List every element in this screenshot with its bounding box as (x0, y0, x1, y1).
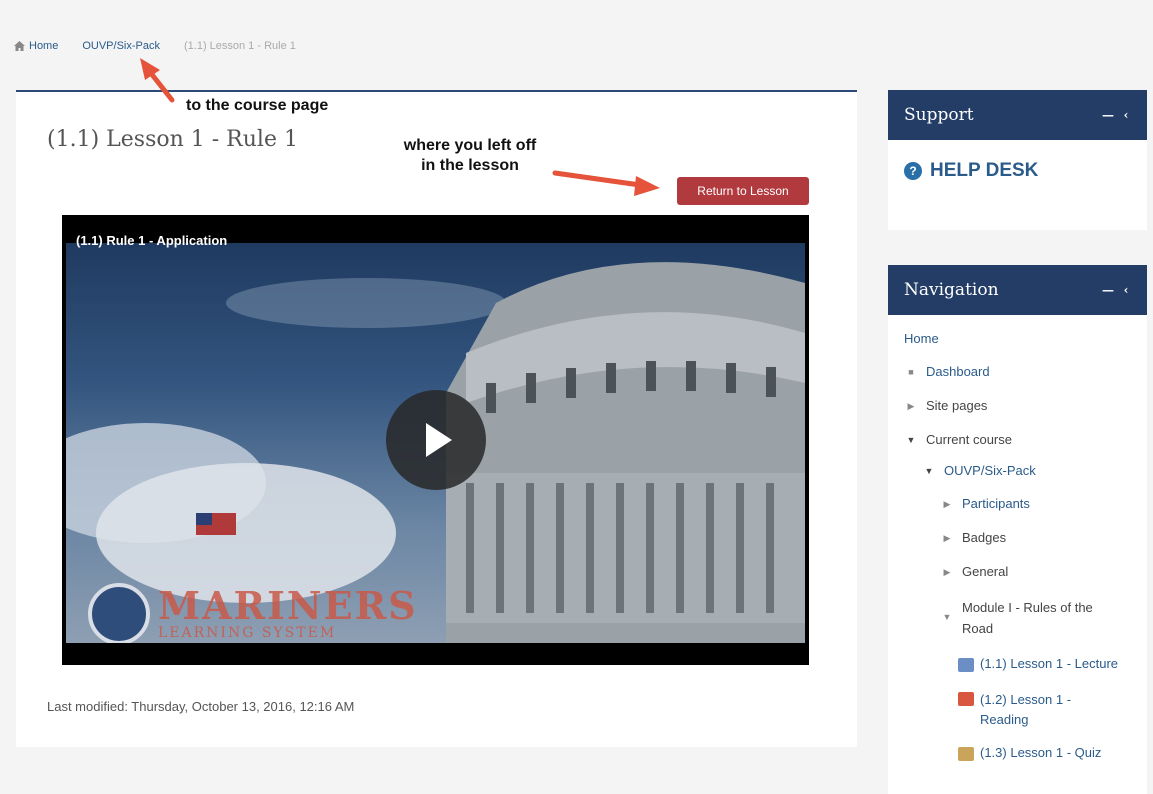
nav-participants-link[interactable]: Participants (962, 496, 1030, 511)
chevron-down-icon: ▼ (924, 466, 934, 476)
navigation-tree: Home ■ Dashboard ▶ Site pages ▼ Current … (888, 315, 1147, 762)
nav-module-line1: Module I - Rules of the (962, 600, 1093, 615)
support-block-header: Support — ‹ (888, 90, 1147, 140)
book-icon (958, 691, 974, 706)
annotation-left-off-line1: where you left off (403, 137, 537, 154)
annotation-left-off-line2: in the lesson (421, 157, 519, 174)
chevron-right-icon: ▶ (943, 499, 951, 509)
support-block-title: Support (904, 105, 974, 125)
video-player[interactable]: MARINERS LEARNING SYSTEM (1.1) Rule 1 - … (62, 215, 809, 665)
nav-home-link[interactable]: Home (904, 331, 939, 346)
watermark-title: MARINERS (158, 583, 418, 628)
home-icon (14, 41, 25, 51)
nav-dashboard-link[interactable]: Dashboard (926, 364, 990, 379)
breadcrumb-current: (1.1) Lesson 1 - Rule 1 (183, 40, 296, 52)
nav-site-pages-label: Site pages (926, 398, 988, 413)
mariners-logo: MARINERS LEARNING SYSTEM (88, 583, 418, 643)
block-controls: — ‹ (1101, 108, 1133, 122)
breadcrumb-home-label: Home (29, 40, 59, 52)
breadcrumb: Home OUVP/Six-Pack (1.1) Lesson 1 - Rule… (14, 40, 296, 52)
annotation-course-page: to the course page (186, 97, 329, 114)
return-to-lesson-button[interactable]: Return to Lesson (677, 177, 809, 205)
seal-icon (88, 583, 150, 643)
chevron-right-icon: ▶ (943, 533, 951, 543)
video-file-icon (958, 657, 974, 672)
nav-module-label: Module I - Rules of the Road (962, 598, 1093, 640)
helpdesk-link[interactable]: ? HELP DESK (904, 160, 1147, 182)
nav-item-general[interactable]: ▶ General (904, 564, 1135, 579)
nav-item-home[interactable]: Home (904, 331, 1135, 346)
nav-current-course-label: Current course (926, 432, 1012, 447)
chevron-right-icon: ▶ (907, 401, 915, 411)
block-controls: — ‹ (1101, 283, 1133, 297)
main-content: (1.1) Lesson 1 - Rule 1 Return to Lesson (16, 90, 857, 747)
nav-item-reading[interactable]: (1.2) Lesson 1 - Reading (904, 690, 1135, 732)
collapse-icon[interactable]: — (1101, 283, 1115, 297)
nav-item-quiz[interactable]: (1.3) Lesson 1 - Quiz (904, 745, 1135, 762)
nav-item-site-pages[interactable]: ▶ Site pages (904, 398, 1135, 413)
navigation-block-header: Navigation — ‹ (888, 265, 1147, 315)
quiz-checklist-icon (958, 747, 974, 762)
nav-reading-line2: Reading (980, 712, 1029, 728)
nav-item-participants[interactable]: ▶ Participants (904, 496, 1135, 511)
play-button[interactable] (386, 390, 486, 490)
nav-item-course[interactable]: ▼ OUVP/Six-Pack (904, 463, 1135, 478)
nav-item-module[interactable]: ▼ Module I - Rules of the Road (904, 598, 1135, 640)
nav-item-badges[interactable]: ▶ Badges (904, 530, 1135, 545)
breadcrumb-course[interactable]: OUVP/Six-Pack (82, 40, 160, 52)
breadcrumb-home[interactable]: Home (14, 40, 58, 52)
dock-icon[interactable]: ‹ (1119, 283, 1133, 297)
nav-general-label: General (962, 564, 1009, 579)
nav-course-link[interactable]: OUVP/Six-Pack (944, 463, 1036, 478)
chevron-down-icon: ▼ (942, 612, 952, 622)
watermark-subtitle: LEARNING SYSTEM (158, 625, 337, 641)
nav-quiz-link[interactable]: (1.3) Lesson 1 - Quiz (980, 745, 1101, 760)
page-title: (1.1) Lesson 1 - Rule 1 (47, 127, 298, 152)
navigation-block: Navigation — ‹ Home ■ Dashboard ▶ Site p… (888, 265, 1147, 794)
collapse-icon[interactable]: — (1101, 108, 1115, 122)
dock-icon[interactable]: ‹ (1119, 108, 1133, 122)
nav-item-lecture[interactable]: (1.1) Lesson 1 - Lecture (904, 656, 1135, 672)
helpdesk-label: HELP DESK (930, 160, 1039, 181)
last-modified: Last modified: Thursday, October 13, 201… (47, 699, 355, 714)
bullet-icon: ■ (908, 367, 914, 377)
chevron-right-icon: ▶ (943, 567, 951, 577)
support-block: Support — ‹ ? HELP DESK (888, 90, 1147, 230)
nav-reading-link[interactable]: (1.2) Lesson 1 - Reading (980, 690, 1071, 732)
nav-item-current-course[interactable]: ▼ Current course (904, 432, 1135, 447)
nav-reading-line1: (1.2) Lesson 1 - (980, 691, 1072, 707)
navigation-block-title: Navigation (904, 280, 999, 300)
nav-item-dashboard[interactable]: ■ Dashboard (904, 364, 1135, 379)
annotation-left-off: where you left off in the lesson (370, 136, 570, 176)
nav-badges-label: Badges (962, 530, 1007, 545)
video-title: (1.1) Rule 1 - Application (76, 233, 228, 248)
nav-module-line2: Road (962, 620, 994, 636)
nav-lecture-link[interactable]: (1.1) Lesson 1 - Lecture (980, 656, 1118, 671)
question-circle-icon: ? (904, 162, 922, 180)
chevron-down-icon: ▼ (906, 435, 916, 445)
